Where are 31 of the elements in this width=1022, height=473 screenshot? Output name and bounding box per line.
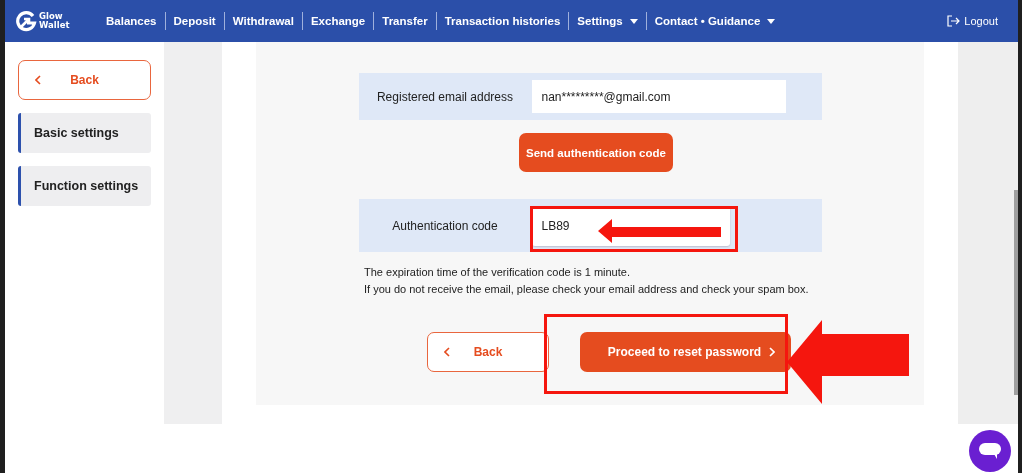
nav-link[interactable]: Contact • Guidance [646, 15, 784, 27]
chevron-left-icon [444, 347, 450, 357]
chevron-left-icon [35, 75, 41, 85]
note-text: If you do not receive the email, please check your email address and check your spam box. [364, 283, 810, 295]
sidebar-item[interactable]: Function settings [18, 166, 151, 206]
back-button[interactable]: Back [427, 332, 549, 372]
back-button[interactable]: Back [18, 60, 151, 100]
logout-icon [947, 15, 961, 27]
nav-link[interactable]: Exchange [302, 15, 374, 27]
nav-link[interactable]: Withdrawal [224, 15, 302, 27]
nav-link[interactable]: Transaction histories [436, 15, 569, 27]
logo-text: Glow Wallet [39, 12, 70, 30]
arrow-icon [787, 320, 909, 404]
email-field[interactable]: nan*********@gmail.com [531, 80, 786, 113]
chevron-right-icon [769, 347, 775, 357]
logo-icon [15, 10, 37, 32]
chat-button[interactable] [969, 430, 1011, 472]
scrollbar-thumb[interactable] [1014, 190, 1018, 395]
note-text: The expiration time of the verification code is 1 minute. [364, 266, 631, 278]
chat-icon [979, 443, 1001, 459]
field-label: Registered email address [375, 89, 515, 104]
nav-link[interactable]: Deposit [165, 15, 224, 27]
field-label: Authentication code [391, 218, 499, 233]
nav-link[interactable]: Balances [98, 15, 165, 27]
nav-link[interactable]: Settings [569, 15, 646, 27]
logout-link[interactable]: Logout [947, 15, 998, 27]
send-code-button[interactable]: Send authentication code [519, 133, 673, 172]
nav-link[interactable]: Transfer [374, 15, 436, 27]
proceed-button[interactable]: Proceed to reset password [580, 332, 791, 372]
sidebar-item[interactable]: Basic settings [18, 113, 151, 153]
arrow-icon [598, 219, 722, 243]
